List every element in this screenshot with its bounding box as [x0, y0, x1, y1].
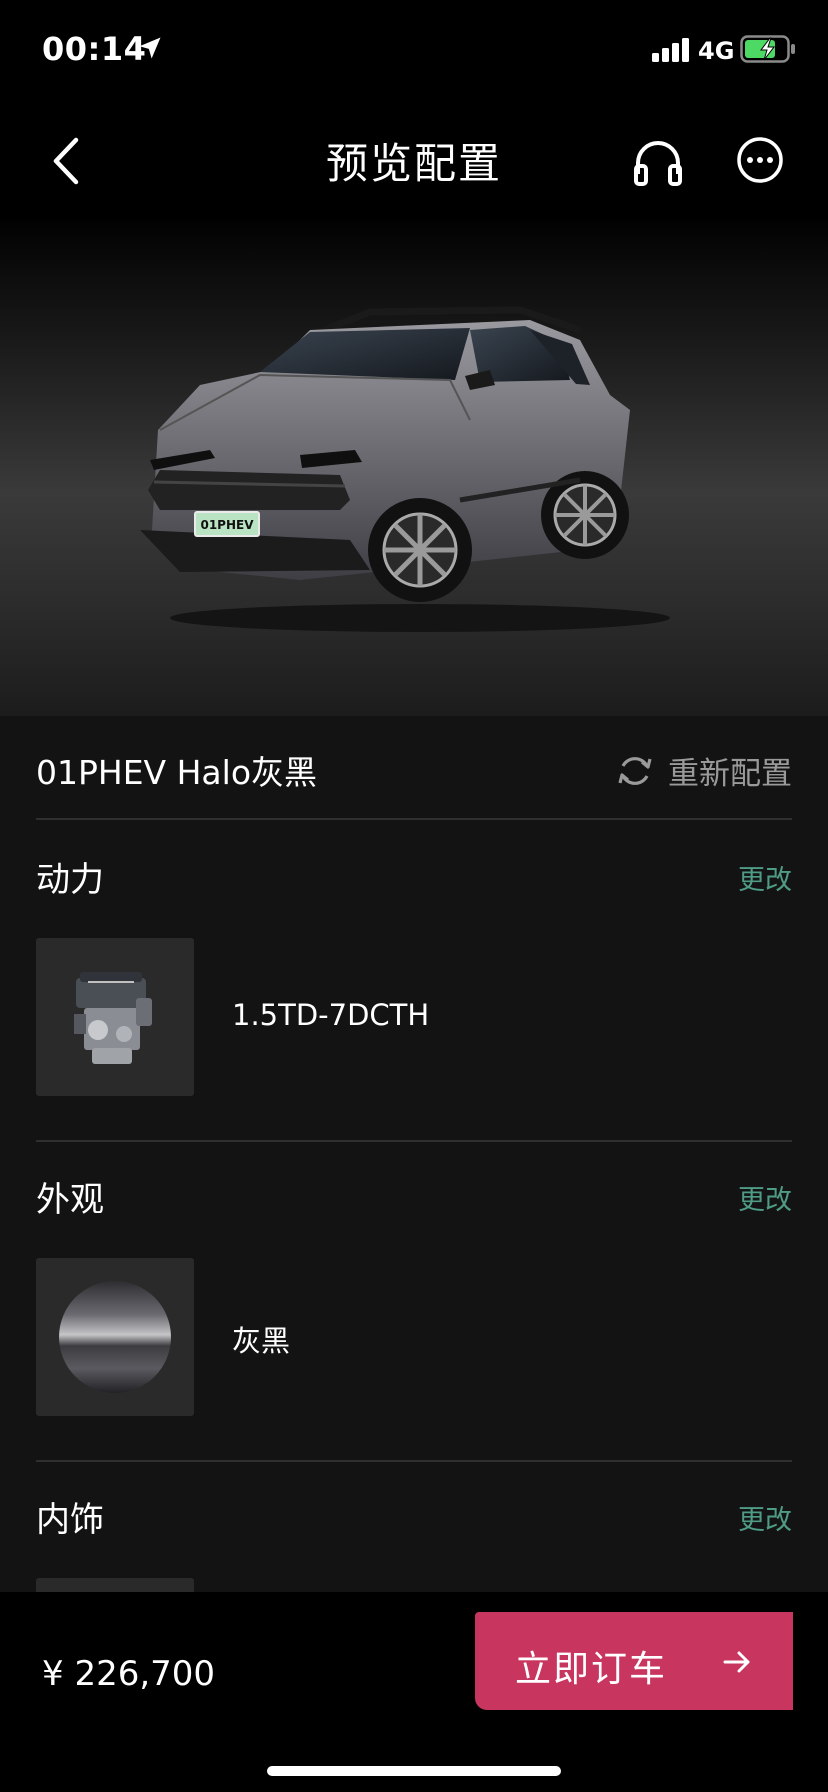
page-title: 预览配置: [325, 139, 502, 188]
plate-text: 01PHEV: [200, 518, 254, 532]
battery-charging-icon: [740, 35, 795, 63]
order-button-label: 立即订车: [515, 1649, 668, 1690]
arrow-right-icon: [723, 1651, 750, 1673]
total-price: ¥ 226,700: [42, 1654, 216, 1694]
exterior-value: 灰黑: [232, 1324, 291, 1358]
model-row: 01PHEV Halo灰黑 重新配置: [36, 716, 792, 820]
engine-icon: [74, 972, 152, 1064]
status-time: 00:14: [42, 30, 147, 68]
home-indicator[interactable]: [267, 1766, 561, 1776]
change-powertrain-link[interactable]: 更改: [738, 858, 792, 897]
change-exterior-link[interactable]: 更改: [738, 1178, 792, 1217]
more-options-icon[interactable]: [736, 136, 784, 184]
signal-icon: [652, 38, 689, 62]
headset-icon[interactable]: [632, 136, 684, 188]
powertrain-value: 1.5TD-7DCTH: [232, 998, 430, 1032]
location-arrow-icon: [139, 37, 161, 59]
color-swatch: [36, 1258, 194, 1416]
color-swatch-icon: [59, 1281, 171, 1393]
section-title: 外观: [36, 1180, 104, 1220]
car-image: 01PHEV: [140, 306, 670, 632]
nav-bar: 预览配置: [0, 100, 828, 220]
reconfigure-button[interactable]: 重新配置: [616, 748, 792, 793]
engine-thumbnail: [36, 938, 194, 1096]
network-type: 4G: [698, 37, 735, 65]
section-title: 内饰: [36, 1500, 104, 1540]
bottom-bar: ¥ 226,700 立即订车: [0, 1592, 828, 1792]
section-exterior: 外观 更改 灰黑: [36, 1140, 792, 1462]
model-name: 01PHEV Halo灰黑: [36, 753, 318, 792]
reconfigure-label: 重新配置: [668, 756, 792, 792]
section-title: 动力: [36, 860, 104, 900]
section-powertrain: 动力 更改 1.5TD-7DCTH: [36, 820, 792, 1142]
refresh-icon: [618, 756, 652, 785]
status-bar: 00:14 4G: [0, 0, 828, 100]
change-interior-link[interactable]: 更改: [738, 1498, 792, 1537]
car-preview: 01PHEV: [0, 220, 828, 716]
order-now-button[interactable]: 立即订车: [475, 1612, 793, 1710]
